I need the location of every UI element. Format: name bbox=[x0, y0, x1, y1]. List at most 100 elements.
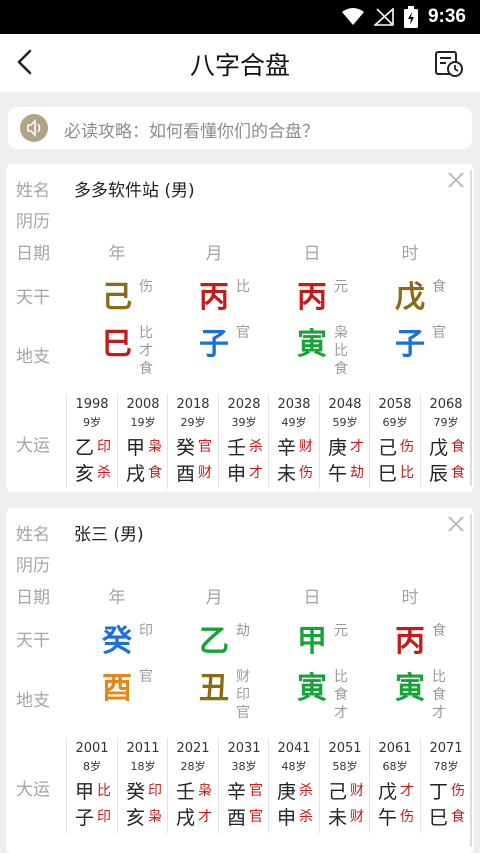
earth-branch-char: 子 bbox=[199, 327, 229, 362]
status-bar: 9:36 bbox=[0, 0, 480, 34]
wifi-icon bbox=[341, 8, 364, 25]
heaven-god-label: 劫 bbox=[236, 623, 250, 639]
luck-column[interactable]: 2068 79岁戊食辰食 bbox=[420, 394, 470, 489]
earth-god-label: 枭 bbox=[334, 325, 348, 341]
luck-branch-char: 子 bbox=[75, 807, 95, 829]
luck-age: 59岁 bbox=[332, 416, 358, 429]
date-label: 日期 bbox=[16, 244, 50, 264]
luck-age: 8岁 bbox=[83, 760, 101, 773]
luck-stem-char: 癸 bbox=[176, 437, 196, 459]
luck-age: 38岁 bbox=[231, 760, 257, 773]
heaven-stem-char: 甲 bbox=[297, 624, 327, 659]
luck-stem-char: 己 bbox=[328, 781, 348, 803]
luck-branch-god: 才 bbox=[198, 809, 212, 825]
luck-branch-char: 辰 bbox=[429, 463, 449, 485]
luck-year: 2041 bbox=[277, 741, 311, 756]
luck-column[interactable]: 2008 19岁甲枭戌食 bbox=[117, 394, 167, 489]
luck-label: 大运 bbox=[16, 780, 50, 800]
luck-column[interactable]: 2018 29岁癸官酉财 bbox=[167, 394, 217, 489]
earth-god-label: 比 bbox=[334, 669, 348, 685]
earth-branch-char: 寅 bbox=[297, 327, 327, 362]
heaven-stem-char: 丙 bbox=[199, 280, 229, 315]
history-calendar-icon[interactable] bbox=[434, 48, 464, 78]
luck-branch-char: 未 bbox=[277, 463, 297, 485]
close-icon[interactable] bbox=[446, 514, 466, 534]
person-card-1: 姓名 多多软件站 (男) 阴历 日期 天干 地支 大运 年己伤巳比才食月丙比子官… bbox=[6, 164, 474, 492]
luck-column[interactable]: 2061 68岁戊才午伤 bbox=[369, 738, 419, 833]
luck-table: 2001 8岁甲比子印 2011 18岁癸印亥枭 2021 28岁壬枭戌才 2031 38岁辛… bbox=[66, 738, 470, 840]
luck-stem-god: 伤 bbox=[400, 439, 414, 455]
heaven-stem-label: 天干 bbox=[16, 288, 50, 308]
earth-branch-char: 丑 bbox=[199, 671, 229, 706]
luck-column[interactable]: 2038 49岁辛财未伤 bbox=[268, 394, 318, 489]
luck-year: 2021 bbox=[176, 741, 210, 756]
heaven-god-label: 食 bbox=[432, 279, 446, 295]
luck-year: 2001 bbox=[75, 741, 109, 756]
luck-age: 18岁 bbox=[130, 760, 156, 773]
luck-branch-god: 食 bbox=[451, 809, 465, 825]
pillar-head: 日 bbox=[303, 244, 321, 264]
earth-god-label: 比 bbox=[334, 343, 348, 359]
luck-branch-god: 比 bbox=[400, 465, 414, 481]
luck-column[interactable]: 2031 38岁辛官酉官 bbox=[218, 738, 268, 833]
battery-icon bbox=[403, 6, 418, 28]
card-edge bbox=[470, 514, 472, 847]
luck-stem-god: 食 bbox=[451, 439, 465, 455]
luck-age: 49岁 bbox=[281, 416, 307, 429]
luck-branch-char: 巳 bbox=[429, 807, 449, 829]
heaven-god-label: 印 bbox=[139, 623, 153, 639]
luck-branch-char: 酉 bbox=[227, 807, 247, 829]
luck-stem-god: 杀 bbox=[299, 783, 313, 799]
pillar-head: 年 bbox=[108, 588, 126, 608]
luck-branch-char: 申 bbox=[227, 463, 247, 485]
luck-year: 1998 bbox=[75, 397, 109, 412]
luck-column[interactable]: 2041 48岁庚杀申杀 bbox=[268, 738, 318, 833]
luck-branch-god: 伤 bbox=[400, 809, 414, 825]
luck-column[interactable]: 2028 39岁壬杀申才 bbox=[218, 394, 268, 489]
earth-god-label: 官 bbox=[432, 325, 446, 341]
luck-column[interactable]: 2058 69岁己伤巳比 bbox=[369, 394, 419, 489]
luck-branch-god: 官 bbox=[249, 809, 263, 825]
luck-column[interactable]: 2048 59岁庚才午劫 bbox=[319, 394, 369, 489]
earth-god-label: 食 bbox=[139, 361, 153, 377]
luck-age: 39岁 bbox=[231, 416, 257, 429]
heaven-god-label: 元 bbox=[334, 623, 348, 639]
person-name: 张三 (男) bbox=[74, 525, 144, 545]
luck-stem-char: 甲 bbox=[75, 781, 95, 803]
luck-year: 2031 bbox=[227, 741, 261, 756]
heaven-god-label: 元 bbox=[334, 279, 348, 295]
close-icon[interactable] bbox=[446, 170, 466, 190]
luck-age: 68岁 bbox=[382, 760, 408, 773]
guide-banner[interactable]: 必读攻略：如何看懂你们的合盘？ bbox=[8, 107, 472, 149]
heaven-stem-char: 己 bbox=[102, 280, 132, 315]
luck-branch-god: 财 bbox=[198, 465, 212, 481]
luck-column[interactable]: 1998 9岁乙印亥杀 bbox=[66, 394, 116, 489]
luck-year: 2058 bbox=[378, 397, 412, 412]
luck-year: 2051 bbox=[328, 741, 362, 756]
luck-branch-god: 伤 bbox=[299, 465, 313, 481]
luck-column[interactable]: 2011 18岁癸印亥枭 bbox=[117, 738, 167, 833]
luck-stem-char: 丁 bbox=[429, 781, 449, 803]
pillar-head: 月 bbox=[205, 588, 223, 608]
luck-branch-char: 戌 bbox=[176, 807, 196, 829]
luck-stem-god: 才 bbox=[350, 439, 364, 455]
heaven-god-label: 食 bbox=[432, 623, 446, 639]
luck-stem-char: 戊 bbox=[429, 437, 449, 459]
luck-stem-char: 癸 bbox=[126, 781, 146, 803]
luck-column[interactable]: 2051 58岁己财未财 bbox=[319, 738, 369, 833]
earth-god-label: 才 bbox=[139, 343, 153, 359]
luck-age: 29岁 bbox=[180, 416, 206, 429]
luck-column[interactable]: 2071 78岁丁伤巳食 bbox=[420, 738, 470, 833]
luck-stem-god: 官 bbox=[198, 439, 212, 455]
luck-branch-char: 戌 bbox=[126, 463, 146, 485]
luck-column[interactable]: 2001 8岁甲比子印 bbox=[66, 738, 116, 833]
luck-year: 2071 bbox=[429, 741, 463, 756]
luck-branch-char: 酉 bbox=[176, 463, 196, 485]
status-time: 9:36 bbox=[427, 6, 466, 27]
luck-year: 2038 bbox=[277, 397, 311, 412]
luck-column[interactable]: 2021 28岁壬枭戌才 bbox=[167, 738, 217, 833]
luck-age: 19岁 bbox=[130, 416, 156, 429]
luck-branch-char: 申 bbox=[277, 807, 297, 829]
luck-branch-god: 财 bbox=[350, 809, 364, 825]
lunar-label: 阴历 bbox=[16, 556, 50, 576]
